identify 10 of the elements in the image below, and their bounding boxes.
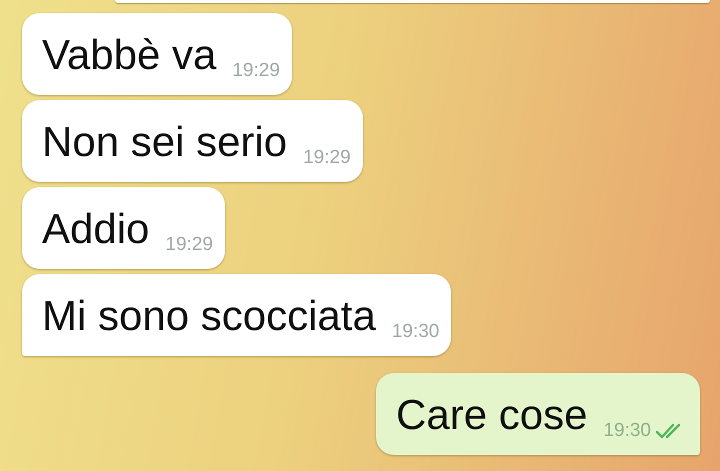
message-time: 19:30: [392, 321, 440, 343]
message-time: 19:29: [165, 234, 213, 256]
message-time: 19:30: [603, 420, 651, 442]
message-time: 19:29: [232, 60, 280, 82]
message-text: Non sei serio: [42, 117, 288, 167]
message-text: Vabbè va: [42, 30, 216, 80]
message-text: Addio: [42, 204, 150, 254]
message-time: 19:29: [303, 147, 351, 169]
message-text: Care cose: [396, 390, 588, 440]
message-text: Mi sono scocciata: [42, 291, 376, 341]
